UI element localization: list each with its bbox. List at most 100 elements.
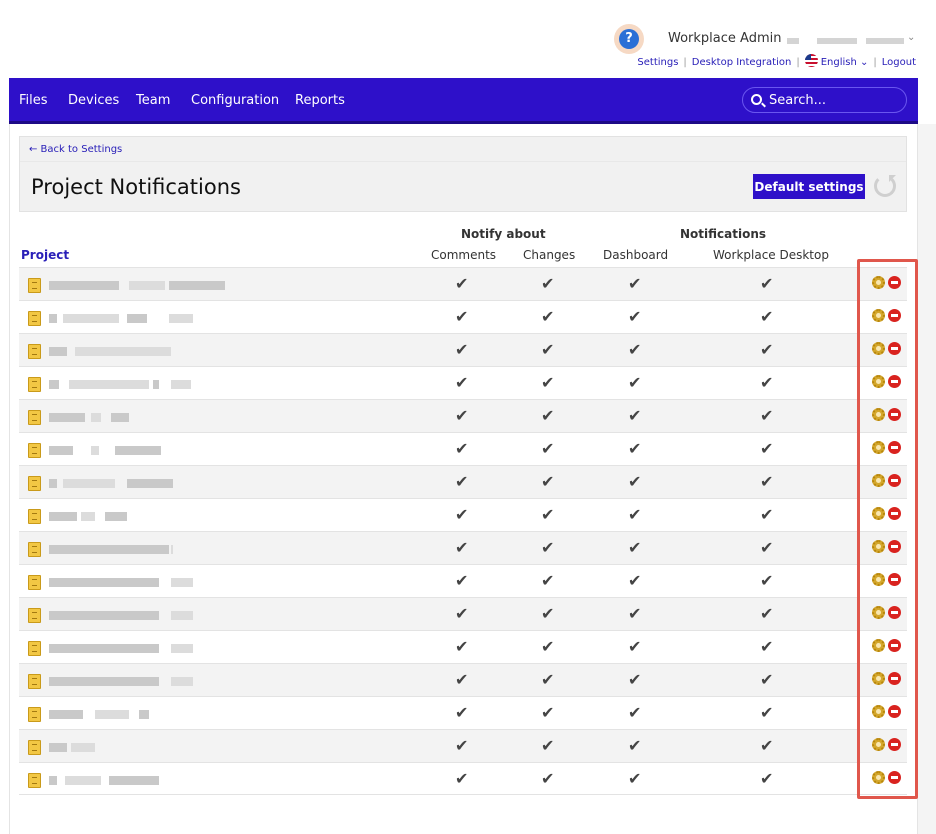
comments-check[interactable]: ✔ (455, 340, 468, 359)
refresh-icon[interactable] (874, 175, 896, 197)
changes-check[interactable]: ✔ (541, 406, 554, 425)
workplace-desktop-check[interactable]: ✔ (760, 538, 773, 557)
remove-icon[interactable] (888, 771, 901, 784)
redacted-project-name[interactable] (95, 710, 129, 719)
redacted-project-name[interactable] (91, 446, 99, 455)
redacted-project-name[interactable] (49, 545, 169, 554)
gear-icon[interactable] (872, 441, 885, 454)
remove-icon[interactable] (888, 540, 901, 553)
changes-check[interactable]: ✔ (541, 736, 554, 755)
back-to-settings-link[interactable]: ← Back to Settings (29, 144, 122, 155)
redacted-project-name[interactable] (49, 281, 119, 290)
changes-check[interactable]: ✔ (541, 637, 554, 656)
redacted-project-name[interactable] (153, 380, 159, 389)
redacted-project-name[interactable] (63, 479, 115, 488)
changes-check[interactable]: ✔ (541, 670, 554, 689)
workplace-desktop-check[interactable]: ✔ (760, 439, 773, 458)
redacted-project-name[interactable] (49, 677, 159, 686)
redacted-project-name[interactable] (115, 446, 161, 455)
changes-check[interactable]: ✔ (541, 703, 554, 722)
dashboard-check[interactable]: ✔ (628, 703, 641, 722)
redacted-project-name[interactable] (171, 578, 193, 587)
redacted-project-name[interactable] (69, 380, 149, 389)
comments-check[interactable]: ✔ (455, 472, 468, 491)
changes-check[interactable]: ✔ (541, 571, 554, 590)
redacted-project-name[interactable] (65, 776, 101, 785)
changes-check[interactable]: ✔ (541, 373, 554, 392)
changes-check[interactable]: ✔ (541, 604, 554, 623)
help-icon[interactable]: ? (614, 24, 644, 54)
gear-icon[interactable] (872, 540, 885, 553)
gear-icon[interactable] (872, 771, 885, 784)
remove-icon[interactable] (888, 342, 901, 355)
redacted-project-name[interactable] (169, 281, 225, 290)
comments-check[interactable]: ✔ (455, 637, 468, 656)
changes-check[interactable]: ✔ (541, 472, 554, 491)
remove-icon[interactable] (888, 441, 901, 454)
redacted-project-name[interactable] (127, 314, 147, 323)
dashboard-check[interactable]: ✔ (628, 538, 641, 557)
dashboard-check[interactable]: ✔ (628, 571, 641, 590)
workplace-desktop-check[interactable]: ✔ (760, 340, 773, 359)
workplace-desktop-check[interactable]: ✔ (760, 736, 773, 755)
workplace-desktop-check[interactable]: ✔ (760, 769, 773, 788)
dashboard-check[interactable]: ✔ (628, 604, 641, 623)
workplace-desktop-check[interactable]: ✔ (760, 307, 773, 326)
gear-icon[interactable] (872, 507, 885, 520)
workplace-desktop-check[interactable]: ✔ (760, 472, 773, 491)
workplace-desktop-check[interactable]: ✔ (760, 604, 773, 623)
comments-check[interactable]: ✔ (455, 373, 468, 392)
changes-check[interactable]: ✔ (541, 769, 554, 788)
gear-icon[interactable] (872, 573, 885, 586)
redacted-project-name[interactable] (139, 710, 149, 719)
remove-icon[interactable] (888, 474, 901, 487)
dashboard-check[interactable]: ✔ (628, 505, 641, 524)
redacted-project-name[interactable] (63, 314, 119, 323)
workplace-desktop-check[interactable]: ✔ (760, 274, 773, 293)
changes-check[interactable]: ✔ (541, 439, 554, 458)
dashboard-check[interactable]: ✔ (628, 373, 641, 392)
redacted-project-name[interactable] (171, 611, 193, 620)
remove-icon[interactable] (888, 309, 901, 322)
logout-link[interactable]: Logout (882, 57, 916, 68)
nav-configuration[interactable]: Configuration (191, 93, 279, 108)
remove-icon[interactable] (888, 408, 901, 421)
redacted-project-name[interactable] (49, 380, 59, 389)
redacted-project-name[interactable] (49, 578, 159, 587)
dashboard-check[interactable]: ✔ (628, 406, 641, 425)
redacted-project-name[interactable] (49, 347, 67, 356)
nav-team[interactable]: Team (136, 93, 170, 108)
remove-icon[interactable] (888, 639, 901, 652)
default-settings-button[interactable]: Default settings (753, 174, 865, 199)
gear-icon[interactable] (872, 672, 885, 685)
comments-check[interactable]: ✔ (455, 307, 468, 326)
comments-check[interactable]: ✔ (455, 604, 468, 623)
dashboard-check[interactable]: ✔ (628, 736, 641, 755)
changes-check[interactable]: ✔ (541, 274, 554, 293)
remove-icon[interactable] (888, 375, 901, 388)
gear-icon[interactable] (872, 276, 885, 289)
gear-icon[interactable] (872, 375, 885, 388)
chevron-down-icon[interactable]: ⌄ (857, 57, 868, 68)
dashboard-check[interactable]: ✔ (628, 340, 641, 359)
remove-icon[interactable] (888, 276, 901, 289)
gear-icon[interactable] (872, 606, 885, 619)
dashboard-check[interactable]: ✔ (628, 439, 641, 458)
comments-check[interactable]: ✔ (455, 736, 468, 755)
comments-check[interactable]: ✔ (455, 439, 468, 458)
redacted-project-name[interactable] (49, 776, 57, 785)
dashboard-check[interactable]: ✔ (628, 307, 641, 326)
redacted-project-name[interactable] (111, 413, 129, 422)
user-name[interactable]: Workplace Admin (668, 31, 781, 46)
dashboard-check[interactable]: ✔ (628, 637, 641, 656)
comments-check[interactable]: ✔ (455, 670, 468, 689)
workplace-desktop-check[interactable]: ✔ (760, 571, 773, 590)
workplace-desktop-check[interactable]: ✔ (760, 373, 773, 392)
gear-icon[interactable] (872, 474, 885, 487)
workplace-desktop-check[interactable]: ✔ (760, 670, 773, 689)
dashboard-check[interactable]: ✔ (628, 769, 641, 788)
comments-check[interactable]: ✔ (455, 274, 468, 293)
settings-link[interactable]: Settings (637, 57, 678, 68)
redacted-project-name[interactable] (49, 479, 57, 488)
redacted-project-name[interactable] (171, 644, 193, 653)
